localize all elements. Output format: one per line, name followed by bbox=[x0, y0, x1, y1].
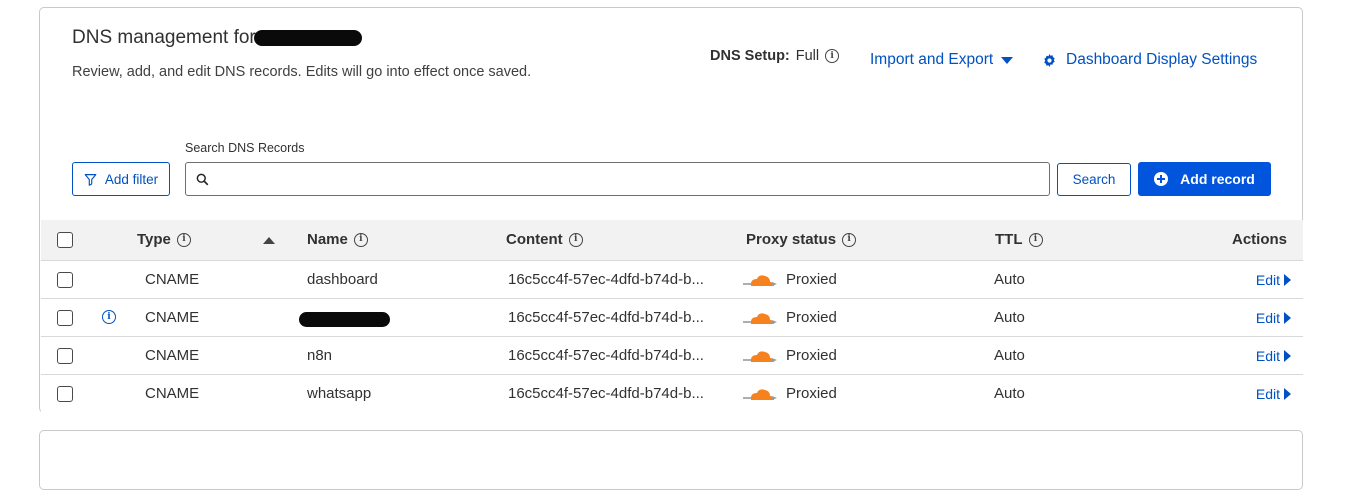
redacted-record-name bbox=[299, 312, 390, 327]
column-ttl-label: TTL bbox=[995, 231, 1023, 248]
search-icon bbox=[196, 173, 209, 185]
info-icon[interactable]: i bbox=[176, 232, 191, 247]
record-type: CNAME bbox=[145, 347, 200, 364]
proxy-status: Proxied bbox=[786, 347, 837, 364]
add-record-label: Add record bbox=[1180, 171, 1255, 187]
search-label: Search DNS Records bbox=[185, 141, 305, 155]
edit-button[interactable]: Edit bbox=[1256, 386, 1291, 402]
cloud-icon bbox=[743, 313, 777, 324]
column-type-label: Type bbox=[137, 231, 171, 248]
caret-down-icon bbox=[1001, 56, 1014, 64]
column-type[interactable]: Type i bbox=[137, 231, 191, 248]
row-checkbox[interactable] bbox=[57, 348, 73, 364]
record-name: n8n bbox=[307, 347, 333, 364]
row-checkbox[interactable] bbox=[57, 272, 73, 288]
dns-setup-label: DNS Setup: bbox=[710, 48, 790, 64]
page-title-text: DNS management for bbox=[72, 27, 256, 48]
cloud-icon bbox=[743, 351, 777, 362]
search-input[interactable] bbox=[215, 170, 1049, 188]
record-ttl: Auto bbox=[994, 271, 1025, 288]
column-name-label: Name bbox=[307, 231, 348, 248]
cloud-icon bbox=[743, 389, 777, 400]
info-icon[interactable]: i bbox=[842, 232, 857, 247]
record-ttl: Auto bbox=[994, 347, 1025, 364]
add-filter-button[interactable]: Add filter bbox=[72, 162, 170, 196]
record-name: dashboard bbox=[307, 271, 378, 288]
caret-right-icon bbox=[1284, 274, 1291, 286]
dns-setup-value: Full bbox=[795, 48, 820, 64]
add-record-button[interactable]: Add record bbox=[1138, 162, 1271, 196]
column-proxy-status[interactable]: Proxy status i bbox=[746, 231, 857, 248]
edit-label: Edit bbox=[1255, 272, 1280, 288]
search-field[interactable] bbox=[185, 162, 1050, 196]
column-actions: Actions bbox=[1232, 231, 1287, 248]
proxy-status: Proxied bbox=[786, 385, 837, 402]
add-filter-label: Add filter bbox=[104, 171, 159, 187]
import-export-label: Import and Export bbox=[870, 51, 994, 68]
record-content: 16c5cc4f-57ec-4dfd-b74d-b... bbox=[508, 347, 704, 364]
column-content-label: Content bbox=[506, 231, 563, 248]
column-proxy-label: Proxy status bbox=[746, 231, 837, 248]
sort-ascending-icon[interactable] bbox=[263, 237, 275, 244]
record-ttl: Auto bbox=[994, 309, 1025, 326]
column-content[interactable]: Content i bbox=[506, 231, 583, 248]
edit-label: Edit bbox=[1255, 348, 1280, 364]
filter-icon bbox=[84, 173, 97, 186]
column-actions-label: Actions bbox=[1231, 231, 1287, 248]
table-header: Type i Name i Content i Proxy status i T… bbox=[41, 220, 1303, 261]
record-type: CNAME bbox=[145, 271, 200, 288]
page-title: DNS management for bbox=[72, 27, 362, 49]
edit-button[interactable]: Edit bbox=[1256, 272, 1291, 288]
caret-right-icon bbox=[1284, 388, 1291, 400]
row-checkbox[interactable] bbox=[57, 310, 73, 326]
table-row[interactable]: CNAME n8n 16c5cc4f-57ec-4dfd-b74d-b... P… bbox=[41, 337, 1303, 375]
edit-button[interactable]: Edit bbox=[1256, 348, 1291, 364]
next-card bbox=[39, 430, 1303, 490]
proxy-status: Proxied bbox=[786, 271, 837, 288]
edit-button[interactable]: Edit bbox=[1256, 310, 1291, 326]
record-name: whatsapp bbox=[307, 385, 372, 402]
table-row[interactable]: CNAME dashboard 16c5cc4f-57ec-4dfd-b74d-… bbox=[41, 261, 1303, 299]
record-content: 16c5cc4f-57ec-4dfd-b74d-b... bbox=[508, 385, 704, 402]
record-ttl: Auto bbox=[994, 385, 1025, 402]
dashboard-display-settings-link[interactable]: Dashboard Display Settings bbox=[1043, 51, 1257, 69]
cloud-icon bbox=[743, 275, 777, 286]
caret-right-icon bbox=[1284, 312, 1291, 324]
record-content: 16c5cc4f-57ec-4dfd-b74d-b... bbox=[508, 309, 704, 326]
select-all-checkbox[interactable] bbox=[57, 232, 73, 248]
info-icon[interactable]: i bbox=[825, 49, 840, 63]
table-row[interactable]: CNAME whatsapp 16c5cc4f-57ec-4dfd-b74d-b… bbox=[41, 375, 1303, 413]
dashboard-display-settings-label: Dashboard Display Settings bbox=[1066, 51, 1258, 68]
import-export-dropdown[interactable]: Import and Export bbox=[870, 51, 1014, 69]
plus-circle-icon bbox=[1154, 172, 1169, 186]
redacted-domain bbox=[253, 30, 362, 46]
column-name[interactable]: Name i bbox=[307, 231, 368, 248]
edit-label: Edit bbox=[1255, 310, 1280, 326]
page-description: Review, add, and edit DNS records. Edits… bbox=[72, 64, 532, 80]
table-row[interactable]: i CNAME 16c5cc4f-57ec-4dfd-b74d-b... Pro… bbox=[41, 299, 1303, 337]
dns-setup: DNS Setup: Full i bbox=[710, 48, 840, 64]
info-icon[interactable]: i bbox=[568, 232, 583, 247]
column-ttl[interactable]: TTL i bbox=[995, 231, 1043, 248]
info-icon[interactable]: i bbox=[1028, 232, 1043, 247]
caret-right-icon bbox=[1284, 350, 1291, 362]
info-icon[interactable]: i bbox=[353, 232, 368, 247]
record-content: 16c5cc4f-57ec-4dfd-b74d-b... bbox=[508, 271, 704, 288]
info-icon[interactable]: i bbox=[102, 310, 116, 324]
proxy-status: Proxied bbox=[786, 309, 837, 326]
dns-records-card: DNS management for Review, add, and edit… bbox=[39, 7, 1303, 413]
record-type: CNAME bbox=[145, 385, 200, 402]
gear-icon bbox=[1044, 53, 1055, 67]
row-checkbox[interactable] bbox=[57, 386, 73, 402]
search-button[interactable]: Search bbox=[1057, 163, 1131, 196]
record-type: CNAME bbox=[145, 309, 200, 326]
edit-label: Edit bbox=[1255, 386, 1280, 402]
